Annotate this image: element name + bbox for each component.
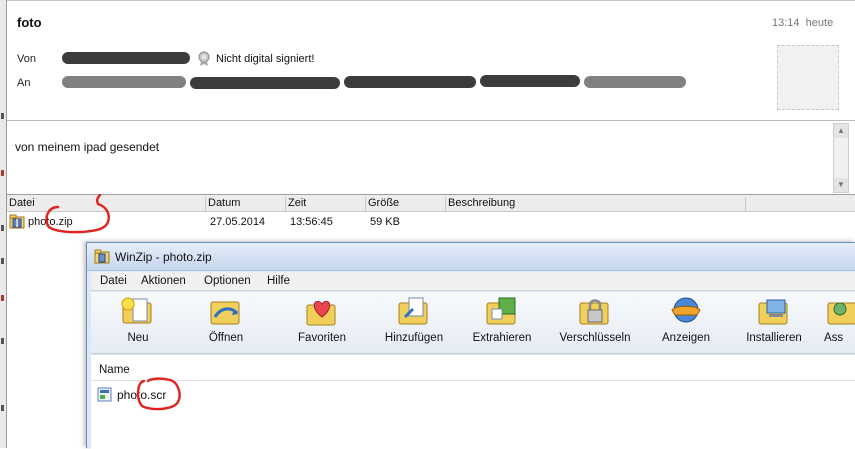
redacted-sender: [62, 52, 190, 64]
winzip-title-bar[interactable]: WinZip - photo.zip: [87, 243, 855, 271]
executable-file-icon: [97, 387, 112, 402]
toolbar-label-assistant: Ass: [824, 332, 844, 344]
column-header-time[interactable]: Zeit: [286, 197, 366, 211]
install-computer-icon: [758, 299, 788, 325]
attachment-name[interactable]: photo.zip: [28, 216, 73, 228]
zip-archive-icon: [9, 214, 25, 229]
pane-marker: [1, 338, 4, 344]
message-body-text: von meinem ipad gesendet: [15, 140, 160, 154]
column-header-name[interactable]: Name: [99, 364, 130, 376]
scroll-down-arrow-icon[interactable]: ▼: [834, 178, 848, 192]
favorites-heart-icon: [306, 300, 336, 326]
toolbar-button-encrypt[interactable]: Verschlüsseln: [550, 295, 640, 351]
attachment-time: 13:56:45: [290, 216, 333, 228]
message-header: foto 13:14 heute Von Nicht digital signi…: [7, 0, 855, 120]
pane-marker: [1, 405, 4, 411]
attachment-size: 59 KB: [370, 216, 400, 228]
attachment-row[interactable]: photo.zip 27.05.2014 13:56:45 59 KB: [7, 213, 855, 231]
from-label: Von: [17, 53, 36, 65]
attachment-list-header: Datei Datum Zeit Größe Beschreibung: [7, 194, 855, 212]
toolbar-button-new[interactable]: Neu: [103, 295, 173, 351]
encrypt-lock-icon: [579, 299, 609, 325]
message-date-label: heute: [805, 17, 834, 29]
open-folder-icon: [210, 301, 240, 325]
to-label: An: [17, 77, 31, 89]
menu-aktionen[interactable]: Aktionen: [141, 275, 186, 287]
pane-marker: [1, 170, 4, 176]
new-archive-icon: [121, 297, 152, 324]
menu-optionen[interactable]: Optionen: [204, 275, 251, 287]
winzip-app-icon: [94, 249, 110, 264]
contact-picture-placeholder: [777, 45, 839, 110]
message-subject: foto: [17, 15, 42, 30]
add-files-icon: [398, 297, 428, 325]
toolbar-label-favorites: Favoriten: [298, 332, 346, 344]
toolbar-label-install: Installieren: [746, 332, 802, 344]
certificate-icon: [198, 51, 210, 66]
message-time-value: 13:14: [772, 17, 800, 29]
pane-marker: [1, 258, 4, 264]
message-body: von meinem ipad gesendet ▲ ▼: [7, 120, 855, 194]
pane-marker: [1, 225, 4, 231]
folder-pane-edge: [0, 0, 7, 448]
toolbar-button-favorites[interactable]: Favoriten: [287, 295, 357, 351]
toolbar-button-view[interactable]: Anzeigen: [650, 295, 722, 351]
toolbar-label-open: Öffnen: [208, 332, 244, 344]
pane-marker: [1, 295, 4, 301]
winzip-toolbar: Neu Öffnen Favoriten Hinzufügen Extrahie…: [91, 292, 855, 354]
toolbar-label-new: Neu: [127, 332, 149, 344]
file-list-header: Name: [91, 355, 855, 381]
scroll-up-arrow-icon[interactable]: ▲: [834, 124, 848, 138]
file-name[interactable]: photo.scr: [117, 388, 166, 402]
winzip-menu-bar: Datei Aktionen Optionen Hilfe: [91, 272, 855, 291]
toolbar-label-extract: Extrahieren: [472, 332, 532, 344]
assistant-icon: [827, 302, 855, 325]
extract-icon: [486, 297, 516, 325]
menu-hilfe[interactable]: Hilfe: [267, 275, 290, 287]
column-header-description[interactable]: Beschreibung: [446, 197, 746, 211]
column-header-file[interactable]: Datei: [7, 197, 206, 211]
menu-datei[interactable]: Datei: [100, 275, 127, 287]
toolbar-button-extract[interactable]: Extrahieren: [462, 295, 542, 351]
column-header-size[interactable]: Größe: [366, 197, 446, 211]
signature-status: Nicht digital signiert!: [216, 53, 315, 65]
toolbar-label-view: Anzeigen: [662, 332, 710, 344]
body-scrollbar[interactable]: ▲ ▼: [833, 123, 849, 193]
toolbar-button-open[interactable]: Öffnen: [191, 295, 261, 351]
toolbar-button-assistant[interactable]: Ass: [824, 295, 855, 351]
toolbar-button-add[interactable]: Hinzufügen: [374, 295, 454, 351]
column-header-date[interactable]: Datum: [206, 197, 286, 211]
toolbar-label-add: Hinzufügen: [384, 332, 444, 344]
message-time: 13:14 heute: [772, 17, 833, 29]
toolbar-button-install[interactable]: Installieren: [734, 295, 814, 351]
winzip-window: WinZip - photo.zip Datei Aktionen Option…: [86, 242, 855, 449]
attachment-date: 27.05.2014: [210, 216, 266, 228]
pane-marker: [1, 113, 4, 119]
view-glasses-icon: [671, 297, 701, 323]
winzip-window-title: WinZip - photo.zip: [115, 250, 212, 264]
toolbar-label-encrypt: Verschlüsseln: [559, 332, 631, 344]
winzip-file-list: Name photo.scr: [91, 355, 855, 449]
